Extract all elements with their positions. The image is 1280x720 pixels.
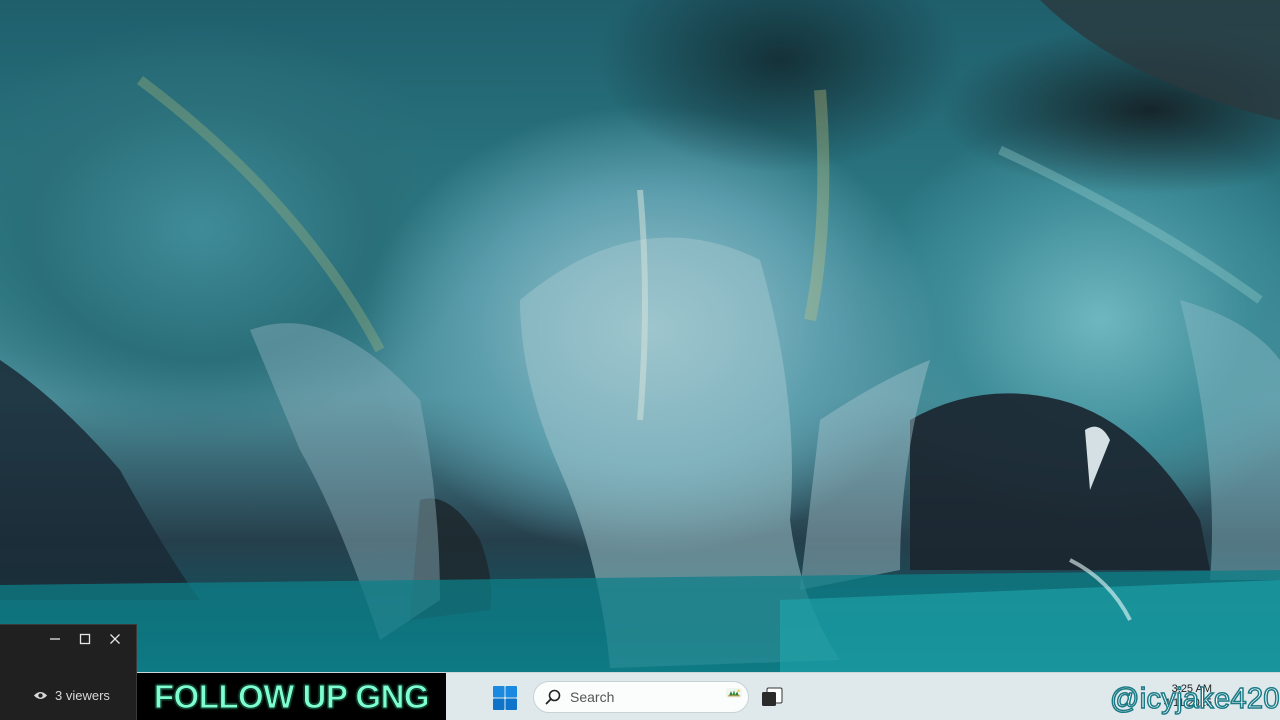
follow-banner: FOLLOW UP GNG [137, 673, 446, 720]
minimize-button[interactable] [42, 628, 68, 650]
search-icon [545, 689, 561, 705]
eye-icon [33, 691, 48, 700]
mini-window-titlebar [0, 625, 136, 653]
streamer-watermark: @icyjake420 [1109, 682, 1280, 716]
windows-logo-icon[interactable] [492, 685, 518, 711]
task-view-icon[interactable] [761, 687, 783, 707]
viewer-count: 3 viewers [33, 688, 110, 703]
maximize-icon [79, 633, 91, 645]
floating-mini-window: 3 viewers [0, 624, 137, 720]
marble-caves-image [0, 0, 1280, 672]
maximize-button[interactable] [72, 628, 98, 650]
taskbar: FOLLOW UP GNG 3:25 AM 4/11/2025 [137, 672, 1280, 720]
close-button[interactable] [102, 628, 128, 650]
search-input[interactable] [570, 689, 690, 705]
minimize-icon [50, 638, 60, 640]
viewer-count-label: 3 viewers [55, 688, 110, 703]
close-icon [110, 634, 120, 644]
taskbar-search-box[interactable] [533, 681, 749, 713]
desktop-wallpaper [0, 0, 1280, 720]
search-highlight-icon [726, 688, 742, 698]
follow-banner-text: FOLLOW UP GNG [153, 678, 430, 716]
